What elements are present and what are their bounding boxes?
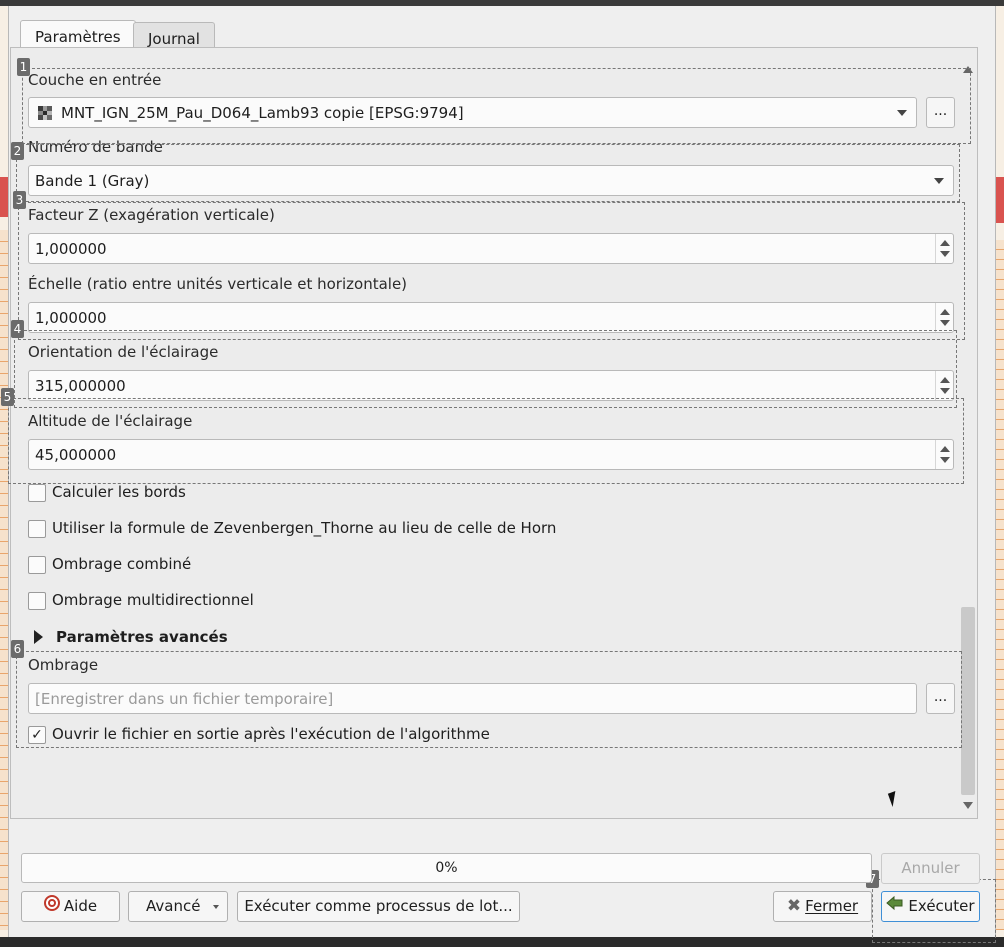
marker-3: 3 bbox=[13, 191, 26, 209]
scale-value: 1,000000 bbox=[35, 309, 107, 327]
output-browse-button[interactable]: ... bbox=[926, 683, 955, 714]
map-contours-left bbox=[0, 230, 8, 930]
band-label: Numéro de bande bbox=[28, 138, 163, 156]
map-contours-right bbox=[996, 240, 1004, 930]
marker-1: 1 bbox=[17, 58, 30, 76]
advanced-button-label: Avancé bbox=[146, 897, 201, 915]
spin-down-icon[interactable] bbox=[940, 320, 950, 326]
chevron-down-icon bbox=[897, 110, 907, 116]
marker-5: 5 bbox=[1, 388, 14, 406]
scroll-up-icon[interactable] bbox=[963, 66, 973, 73]
help-label: Aide bbox=[63, 897, 98, 915]
checkbox-box[interactable] bbox=[28, 520, 46, 538]
scale-label: Échelle (ratio entre unités verticale et… bbox=[28, 275, 408, 293]
altitude-value: 45,000000 bbox=[35, 446, 117, 464]
input-layer-browse-button[interactable]: ... bbox=[926, 97, 955, 128]
run-icon bbox=[886, 892, 904, 921]
spin-up-icon[interactable] bbox=[940, 240, 950, 246]
output-file-input[interactable]: [Enregistrer dans un fichier temporaire] bbox=[28, 683, 917, 714]
checkbox-box[interactable] bbox=[28, 592, 46, 610]
spin-down-icon[interactable] bbox=[940, 388, 950, 394]
scrollbar-thumb[interactable] bbox=[961, 607, 975, 795]
marker-6: 6 bbox=[11, 640, 24, 658]
map-red-band-right bbox=[996, 177, 1004, 223]
check-icon[interactable]: ✓ bbox=[28, 726, 46, 744]
close-icon: ✖ bbox=[786, 896, 802, 916]
altitude-label: Altitude de l'éclairage bbox=[28, 412, 193, 430]
output-placeholder: [Enregistrer dans un fichier temporaire] bbox=[35, 690, 334, 708]
help-icon bbox=[43, 892, 60, 921]
cancel-button[interactable]: Annuler bbox=[881, 853, 980, 884]
azimuth-spinbox[interactable]: 315,000000 bbox=[28, 370, 954, 401]
progress-bar: 0% bbox=[21, 853, 872, 883]
output-label: Ombrage bbox=[28, 656, 99, 674]
multidirectional-checkbox[interactable]: Ombrage multidirectionnel bbox=[28, 590, 628, 612]
combined-shading-checkbox[interactable]: Ombrage combiné bbox=[28, 554, 628, 576]
map-red-band-left bbox=[0, 177, 8, 217]
z-factor-label: Facteur Z (exagération verticale) bbox=[28, 206, 275, 224]
spin-down-icon[interactable] bbox=[940, 251, 950, 257]
band-value: Bande 1 (Gray) bbox=[35, 172, 150, 190]
input-layer-label: Couche en entrée bbox=[28, 71, 162, 89]
input-layer-value: MNT_IGN_25M_Pau_D064_Lamb93 copie [EPSG:… bbox=[61, 104, 464, 122]
help-button[interactable]: Aide bbox=[21, 891, 120, 922]
checkbox-box[interactable] bbox=[28, 556, 46, 574]
checkbox-label: Ouvrir le fichier en sortie après l'exéc… bbox=[52, 725, 490, 743]
edges-checkbox[interactable]: Calculer les bords bbox=[28, 482, 628, 504]
close-button[interactable]: ✖ Fermer bbox=[773, 891, 872, 922]
scroll-down-icon[interactable] bbox=[963, 802, 973, 809]
chevron-down-icon bbox=[213, 905, 219, 909]
zevenbergen-checkbox[interactable]: Utiliser la formule de Zevenbergen_Thorn… bbox=[28, 518, 628, 540]
checkbox-label: Ombrage multidirectionnel bbox=[52, 591, 254, 609]
spin-arrows[interactable] bbox=[935, 440, 953, 469]
advanced-menu-button[interactable]: Avancé bbox=[128, 891, 228, 922]
band-combo[interactable]: Bande 1 (Gray) bbox=[28, 165, 954, 196]
raster-layer-icon bbox=[38, 106, 52, 120]
open-output-checkbox[interactable]: ✓ Ouvrir le fichier en sortie après l'ex… bbox=[28, 724, 628, 746]
spin-up-icon[interactable] bbox=[940, 377, 950, 383]
azimuth-value: 315,000000 bbox=[35, 377, 126, 395]
input-layer-combo[interactable]: MNT_IGN_25M_Pau_D064_Lamb93 copie [EPSG:… bbox=[28, 97, 917, 128]
checkbox-box[interactable] bbox=[28, 484, 46, 502]
altitude-spinbox[interactable]: 45,000000 bbox=[28, 439, 954, 470]
azimuth-label: Orientation de l'éclairage bbox=[28, 343, 219, 361]
spin-up-icon[interactable] bbox=[940, 446, 950, 452]
spin-arrows[interactable] bbox=[935, 371, 953, 400]
advanced-parameters-label: Paramètres avancés bbox=[56, 628, 228, 646]
marker-2: 2 bbox=[11, 142, 24, 160]
spin-down-icon[interactable] bbox=[940, 457, 950, 463]
checkbox-label: Utiliser la formule de Zevenbergen_Thorn… bbox=[52, 519, 557, 537]
spin-up-icon[interactable] bbox=[940, 309, 950, 315]
advanced-parameters-toggle[interactable]: Paramètres avancés bbox=[34, 628, 334, 648]
checkbox-label: Ombrage combiné bbox=[52, 555, 192, 573]
z-factor-spinbox[interactable]: 1,000000 bbox=[28, 233, 954, 264]
z-factor-value: 1,000000 bbox=[35, 240, 107, 258]
progress-text: 0% bbox=[435, 860, 458, 876]
run-button[interactable]: Exécuter bbox=[881, 891, 980, 922]
checkbox-label: Calculer les bords bbox=[52, 483, 186, 501]
run-batch-button[interactable]: Exécuter comme processus de lot... bbox=[237, 891, 520, 922]
marker-4: 4 bbox=[11, 320, 24, 338]
scale-spinbox[interactable]: 1,000000 bbox=[28, 302, 954, 333]
close-label: Fermer bbox=[805, 897, 859, 915]
spin-arrows[interactable] bbox=[935, 303, 953, 332]
chevron-down-icon bbox=[934, 178, 944, 184]
spin-arrows[interactable] bbox=[935, 234, 953, 263]
triangle-right-icon bbox=[34, 630, 43, 644]
taskbar-edge bbox=[0, 937, 1004, 947]
run-label: Exécuter bbox=[908, 897, 975, 915]
